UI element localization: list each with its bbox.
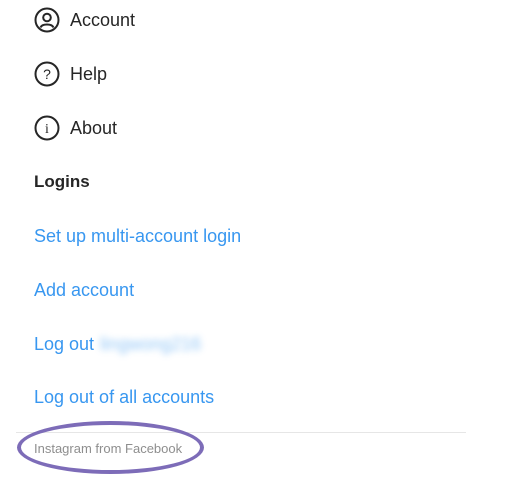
svg-text:i: i xyxy=(45,122,49,137)
log-out-all-link[interactable]: Log out of all accounts xyxy=(34,377,214,417)
menu-item-account-label: Account xyxy=(70,9,136,30)
multi-account-login-link[interactable]: Set up multi-account login xyxy=(34,216,241,256)
footer-text: Instagram from Facebook xyxy=(34,440,183,456)
user-circle-icon xyxy=(34,7,60,33)
log-out-label: Log out xyxy=(34,333,95,354)
settings-screen: Account ? Help i About Logins Set up mul… xyxy=(0,0,528,481)
menu-item-about-label: About xyxy=(70,117,118,138)
menu-item-help-label: Help xyxy=(70,63,108,84)
log-out-link[interactable]: Log out lingwong216 xyxy=(34,324,201,364)
footer-divider xyxy=(16,432,466,433)
menu-item-account[interactable]: Account xyxy=(34,0,135,40)
menu-item-about[interactable]: i About xyxy=(34,108,117,148)
menu-item-help[interactable]: ? Help xyxy=(34,54,107,94)
logins-section-title: Logins xyxy=(34,172,90,191)
info-circle-icon: i xyxy=(34,115,60,141)
svg-text:?: ? xyxy=(43,66,51,82)
add-account-link[interactable]: Add account xyxy=(34,270,134,310)
obscured-username: lingwong216 xyxy=(100,333,202,354)
question-circle-icon: ? xyxy=(34,61,60,87)
